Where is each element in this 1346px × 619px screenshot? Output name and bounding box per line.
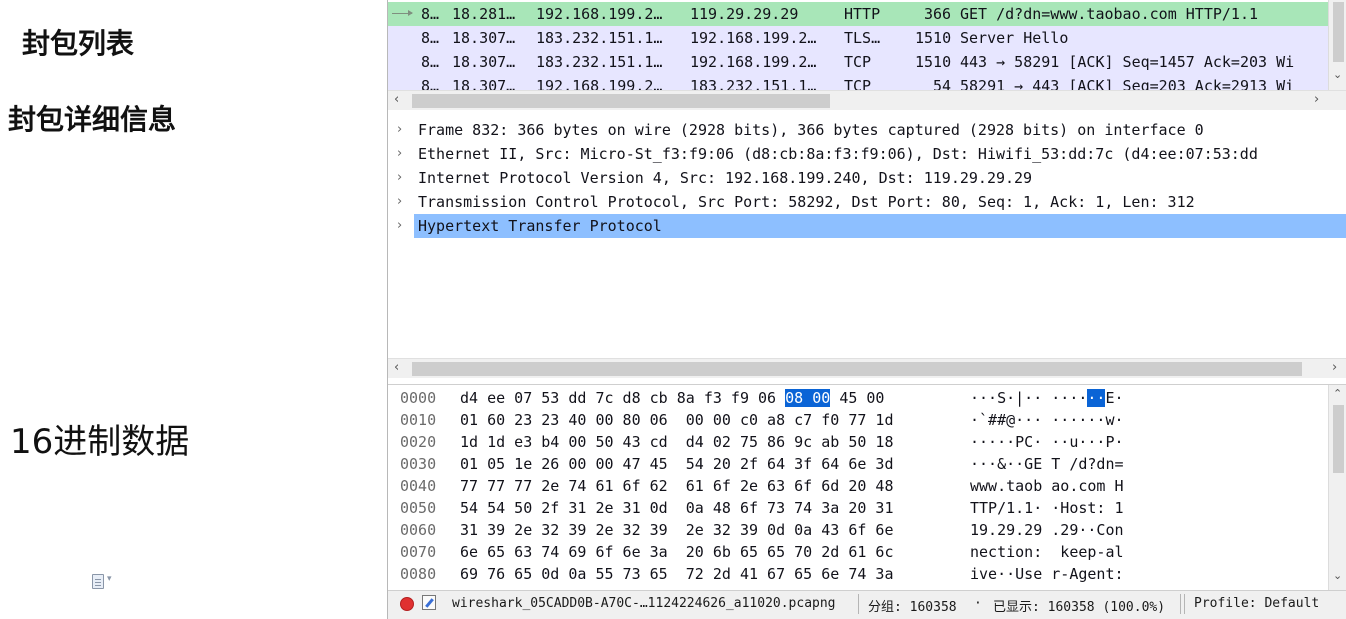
hex-offset: 0050 xyxy=(400,499,437,517)
chevron-right-icon[interactable]: › xyxy=(397,190,402,214)
profile-selector[interactable]: Profile: Default xyxy=(1194,596,1319,611)
hex-offset: 0080 xyxy=(400,565,437,583)
hex-offset: 0070 xyxy=(400,543,437,561)
packet-details: › Frame 832: 366 bytes on wire (2928 bit… xyxy=(388,114,1346,356)
record-icon[interactable] xyxy=(400,597,414,611)
hex-row[interactable]: 0020 1d 1d e3 b4 00 50 43 cd d4 02 75 86… xyxy=(388,431,1328,453)
hex-ascii[interactable]: ·`##@··· ······w· xyxy=(970,409,1124,431)
scrollbar-thumb[interactable] xyxy=(1333,405,1344,473)
packet-list-vertical-scrollbar[interactable]: ⌄ xyxy=(1328,0,1346,90)
status-divider xyxy=(858,594,859,614)
hex-offset: 0000 xyxy=(400,389,437,407)
chevron-up-icon[interactable]: ⌃ xyxy=(1333,387,1342,400)
packet-row[interactable]: 8… 18.307… 192.168.199.2… 183.232.151.1…… xyxy=(388,74,1328,90)
detail-row-frame[interactable]: › Frame 832: 366 bytes on wire (2928 bit… xyxy=(388,118,1346,142)
hex-row[interactable]: 0050 54 54 50 2f 31 2e 31 0d 0a 48 6f 73… xyxy=(388,497,1328,519)
hex-bytes[interactable]: 6e 65 63 74 69 6f 6e 3a 20 6b 65 65 70 2… xyxy=(460,541,893,563)
status-bar: wireshark_05CADD0B-A70C-…1124224626_a110… xyxy=(388,590,1346,619)
label-packet-list: 封包列表 xyxy=(22,27,135,60)
hex-row[interactable]: 0070 6e 65 63 74 69 6f 6e 3a 20 6b 65 65… xyxy=(388,541,1328,563)
hex-ascii[interactable]: ···&··GE T /d?dn= xyxy=(970,453,1124,475)
hex-dump: 0000 d4 ee 07 53 dd 7c d8 cb 8a f3 f9 06… xyxy=(388,384,1346,590)
packet-list: 8… 18.281… 192.168.199.2… 119.29.29.29 H… xyxy=(388,0,1346,90)
packet-row[interactable]: 8… 18.281… 192.168.199.2… 119.29.29.29 H… xyxy=(388,2,1328,26)
hex-offset: 0040 xyxy=(400,477,437,495)
chevron-left-icon[interactable]: ‹ xyxy=(394,360,399,375)
hex-vertical-scrollbar[interactable]: ⌃ ⌄ xyxy=(1328,385,1346,590)
hex-row[interactable]: 0030 01 05 1e 26 00 00 47 45 54 20 2f 64… xyxy=(388,453,1328,475)
hex-bytes[interactable]: d4 ee 07 53 dd 7c d8 cb 8a f3 f9 06 08 0… xyxy=(460,387,884,409)
hex-ascii[interactable]: TTP/1.1· ·Host: 1 xyxy=(970,497,1124,519)
hex-ascii[interactable]: 19.29.29 .29··Con xyxy=(970,519,1124,541)
hex-offset: 0010 xyxy=(400,411,437,429)
hex-bytes[interactable]: 1d 1d e3 b4 00 50 43 cd d4 02 75 86 9c a… xyxy=(460,431,893,453)
hex-offset: 0060 xyxy=(400,521,437,539)
hex-bytes[interactable]: 01 60 23 23 40 00 80 06 00 00 c0 a8 c7 f… xyxy=(460,409,893,431)
chevron-down-icon[interactable]: ⌄ xyxy=(1333,569,1342,582)
hex-offset: 0020 xyxy=(400,433,437,451)
hex-offset: 0030 xyxy=(400,455,437,473)
scrollbar-thumb[interactable] xyxy=(1333,2,1344,62)
scrollbar-thumb[interactable] xyxy=(412,94,830,108)
chevron-right-icon[interactable]: › xyxy=(397,214,402,238)
status-divider xyxy=(1180,594,1181,614)
chevron-right-icon[interactable]: › xyxy=(397,118,402,142)
hex-bytes[interactable]: 77 77 77 2e 74 61 6f 62 61 6f 2e 63 6f 6… xyxy=(460,475,893,497)
status-dot: · xyxy=(974,596,982,611)
hex-row[interactable]: 0040 77 77 77 2e 74 61 6f 62 61 6f 2e 63… xyxy=(388,475,1328,497)
hex-row[interactable]: 0080 69 76 65 0d 0a 55 73 65 72 2d 41 67… xyxy=(388,563,1328,585)
details-horizontal-scrollbar[interactable]: ‹ › xyxy=(388,358,1346,378)
packet-list-horizontal-scrollbar[interactable]: ‹ › xyxy=(388,90,1346,110)
status-divider xyxy=(1184,594,1185,614)
related-packet-arrow-icon xyxy=(392,10,413,16)
scrollbar-thumb[interactable] xyxy=(412,362,1302,376)
wireshark-window: 8… 18.281… 192.168.199.2… 119.29.29.29 H… xyxy=(387,0,1346,619)
chevron-right-icon[interactable]: › xyxy=(1332,360,1337,375)
detail-row-tcp[interactable]: › Transmission Control Protocol, Src Por… xyxy=(388,190,1346,214)
chevron-right-icon[interactable]: › xyxy=(397,142,402,166)
packet-row[interactable]: 8… 18.307… 183.232.151.1… 192.168.199.2…… xyxy=(388,26,1328,50)
hex-row[interactable]: 0000 d4 ee 07 53 dd 7c d8 cb 8a f3 f9 06… xyxy=(388,387,1328,409)
packet-count: 分组: 160358 xyxy=(868,600,957,615)
detail-row-ethernet[interactable]: › Ethernet II, Src: Micro-St_f3:f9:06 (d… xyxy=(388,142,1346,166)
capture-file-name: wireshark_05CADD0B-A70C-…1124224626_a110… xyxy=(452,596,836,611)
edit-capture-comment-icon[interactable] xyxy=(422,595,436,610)
hex-bytes[interactable]: 31 39 2e 32 39 2e 32 39 2e 32 39 0d 0a 4… xyxy=(460,519,893,541)
hex-ascii[interactable]: ive··Use r-Agent: xyxy=(970,563,1124,585)
chevron-right-icon[interactable]: › xyxy=(1314,92,1319,107)
detail-row-http[interactable]: › Hypertext Transfer Protocol xyxy=(388,214,1346,238)
ascii-selection: ·· xyxy=(1087,389,1106,407)
chevron-right-icon[interactable]: › xyxy=(397,166,402,190)
chevron-down-icon[interactable]: ⌄ xyxy=(1333,68,1342,81)
label-hex-data: 16进制数据 xyxy=(10,422,190,462)
hex-ascii[interactable]: ···S·|·· ······E· xyxy=(970,387,1124,409)
hex-ascii[interactable]: www.taob ao.com H xyxy=(970,475,1124,497)
hex-selection: 08 00 xyxy=(785,389,831,407)
label-packet-details: 封包详细信息 xyxy=(8,103,177,136)
hex-row[interactable]: 0010 01 60 23 23 40 00 80 06 00 00 c0 a8… xyxy=(388,409,1328,431)
hex-bytes[interactable]: 54 54 50 2f 31 2e 31 0d 0a 48 6f 73 74 3… xyxy=(460,497,893,519)
document-icon[interactable]: ▾ xyxy=(92,574,126,592)
hex-bytes[interactable]: 01 05 1e 26 00 00 47 45 54 20 2f 64 3f 6… xyxy=(460,453,893,475)
packet-row[interactable]: 8… 18.307… 183.232.151.1… 192.168.199.2…… xyxy=(388,50,1328,74)
displayed-count: 已显示: 160358 (100.0%) xyxy=(993,600,1166,615)
chevron-left-icon[interactable]: ‹ xyxy=(394,92,399,107)
hex-ascii[interactable]: ·····PC· ··u···P· xyxy=(970,431,1124,453)
hex-bytes[interactable]: 69 76 65 0d 0a 55 73 65 72 2d 41 67 65 6… xyxy=(460,563,893,585)
detail-row-ip[interactable]: › Internet Protocol Version 4, Src: 192.… xyxy=(388,166,1346,190)
hex-row[interactable]: 0060 31 39 2e 32 39 2e 32 39 2e 32 39 0d… xyxy=(388,519,1328,541)
hex-ascii[interactable]: nection: keep-al xyxy=(970,541,1124,563)
